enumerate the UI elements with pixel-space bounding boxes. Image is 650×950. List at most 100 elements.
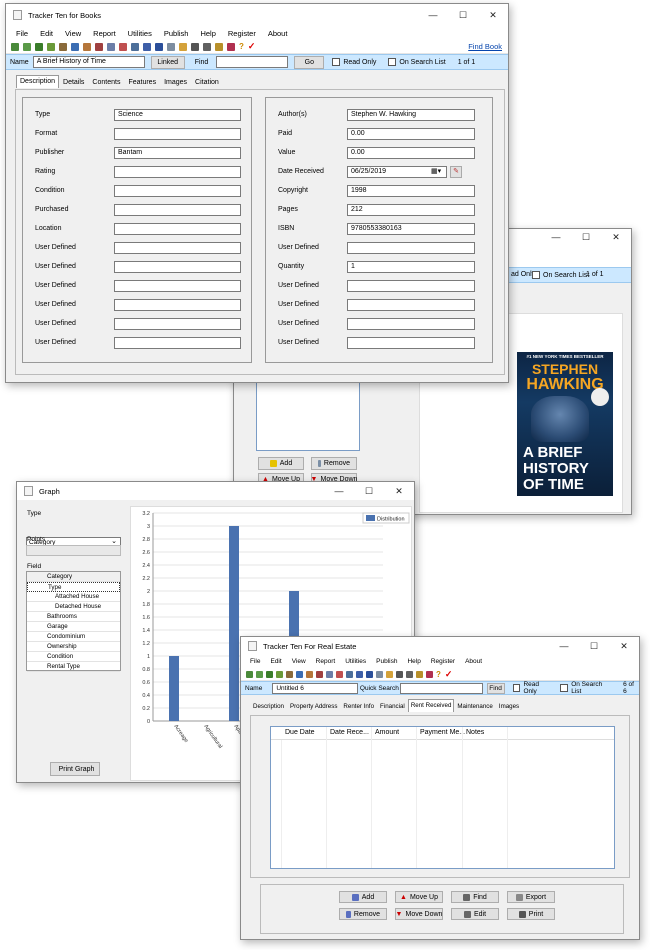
close-button[interactable]: ✕ (478, 4, 508, 26)
minimize-button[interactable]: — (541, 229, 571, 245)
field-input[interactable] (347, 299, 475, 311)
menu-publish[interactable]: Publish (376, 658, 397, 665)
tab-contents[interactable]: Contents (88, 76, 124, 88)
menu-edit[interactable]: Edit (270, 658, 281, 665)
field-input[interactable]: 212 (347, 204, 475, 216)
first-record-icon[interactable] (246, 670, 253, 678)
export-icon[interactable] (179, 42, 187, 51)
on-search-list-checkbox[interactable]: On Search List (388, 58, 446, 66)
field-input[interactable] (347, 242, 475, 254)
export-icon[interactable] (386, 670, 393, 678)
maximize-button[interactable]: ☐ (579, 637, 609, 655)
publish-icon[interactable] (227, 42, 235, 51)
go-button[interactable]: Go (294, 55, 325, 69)
field-input[interactable] (114, 337, 241, 349)
close-button[interactable]: ✕ (601, 229, 631, 245)
menu-help[interactable]: Help (200, 29, 215, 38)
help-icon[interactable]: ? (436, 670, 441, 679)
print-button[interactable]: Print (507, 908, 555, 920)
field-grid-row[interactable]: Condition (27, 652, 120, 662)
tab-property-address[interactable]: Property Address (287, 700, 340, 712)
field-input[interactable]: 1998 (347, 185, 475, 197)
grid-icon[interactable] (155, 42, 163, 51)
find-input[interactable] (216, 56, 289, 68)
field-input[interactable] (114, 318, 241, 330)
field-input[interactable] (114, 280, 241, 292)
date-picker-button[interactable]: ✎ (450, 166, 462, 178)
close-button[interactable]: ✕ (384, 482, 414, 500)
back-on-search-list-checkbox[interactable]: On Search List (532, 271, 589, 279)
points-spinner[interactable] (26, 545, 121, 556)
find-record-button[interactable]: Find (451, 891, 499, 903)
menu-about[interactable]: About (268, 29, 288, 38)
back-remove-button[interactable]: Remove (311, 457, 357, 470)
field-grid-row[interactable]: Rental Type (27, 662, 120, 672)
minimize-button[interactable]: — (549, 637, 579, 655)
tab-rent-received[interactable]: Rent Received (407, 699, 455, 712)
first-record-icon[interactable] (11, 42, 19, 51)
document-icon[interactable] (167, 42, 175, 51)
copy-icon[interactable] (296, 670, 303, 678)
field-input[interactable] (347, 280, 475, 292)
field-input[interactable]: Science (114, 109, 241, 121)
edit-button[interactable]: Edit (451, 908, 499, 920)
filter-icon[interactable] (336, 670, 343, 678)
minimize-button[interactable]: — (418, 4, 448, 26)
tab-description[interactable]: Description (16, 75, 60, 88)
paste-icon[interactable] (306, 670, 313, 678)
tab-features[interactable]: Features (124, 76, 160, 88)
help-icon[interactable]: ? (239, 42, 244, 51)
menu-view[interactable]: View (65, 29, 81, 38)
add-record-icon[interactable] (266, 670, 273, 678)
add-button[interactable]: Add (339, 891, 387, 903)
field-input[interactable] (114, 261, 241, 273)
previous-record-icon[interactable] (23, 42, 31, 51)
field-input[interactable]: 0.00 (347, 128, 475, 140)
minimize-button[interactable]: — (324, 482, 354, 500)
name-input[interactable]: A Brief History of Time (32, 56, 145, 68)
tab-renter-info[interactable]: Renter Info (340, 700, 377, 712)
copy-icon[interactable] (71, 42, 79, 51)
menu-register[interactable]: Register (228, 29, 256, 38)
name-input[interactable]: Untitled 6 (272, 682, 359, 694)
field-grid-row[interactable]: Garage (27, 622, 120, 632)
field-grid-row[interactable]: Type (27, 582, 120, 592)
field-grid-row[interactable]: Condominium (27, 632, 120, 642)
add-record-icon[interactable] (35, 42, 43, 51)
filter-icon[interactable] (119, 42, 127, 51)
tab-citation[interactable]: Citation (191, 76, 223, 88)
field-input[interactable] (114, 166, 241, 178)
menu-utilities[interactable]: Utilities (345, 658, 366, 665)
field-grid-row[interactable]: Attached House (27, 592, 120, 602)
previous-record-icon[interactable] (256, 670, 263, 678)
duplicate-icon[interactable] (316, 670, 323, 678)
checkmark-icon[interactable]: ✓ (445, 669, 453, 679)
report-icon[interactable] (143, 42, 151, 51)
move-up-button[interactable]: ▲ Move Up (395, 891, 443, 903)
close-button[interactable]: ✕ (609, 637, 639, 655)
tab-description[interactable]: Description (250, 700, 287, 712)
tab-details[interactable]: Details (59, 76, 88, 88)
col-payment-method[interactable]: Payment Me... (420, 729, 465, 736)
field-input[interactable] (114, 223, 241, 235)
col-notes[interactable]: Notes (466, 729, 484, 736)
read-only-checkbox[interactable]: Read Only (512, 681, 554, 695)
field-input[interactable]: Stephen W. Hawking (347, 109, 475, 121)
field-input[interactable] (347, 318, 475, 330)
import-icon[interactable] (131, 42, 139, 51)
settings-icon[interactable] (406, 670, 413, 678)
read-only-checkbox[interactable]: Read Only (332, 58, 376, 66)
field-input[interactable]: 0.00 (347, 147, 475, 159)
publish-icon[interactable] (426, 670, 433, 678)
last-record-icon[interactable] (59, 42, 67, 51)
web-icon[interactable] (215, 42, 223, 51)
back-add-button[interactable]: Add (258, 457, 304, 470)
tab-images[interactable]: Images (496, 700, 522, 712)
linked-button[interactable]: Linked (150, 55, 185, 69)
last-record-icon[interactable] (286, 670, 293, 678)
maximize-button[interactable]: ☐ (354, 482, 384, 500)
col-due-date[interactable]: Due Date (285, 729, 315, 736)
find-book-link[interactable]: Find Book (468, 42, 502, 51)
search-icon[interactable] (326, 670, 333, 678)
field-input[interactable] (114, 204, 241, 216)
